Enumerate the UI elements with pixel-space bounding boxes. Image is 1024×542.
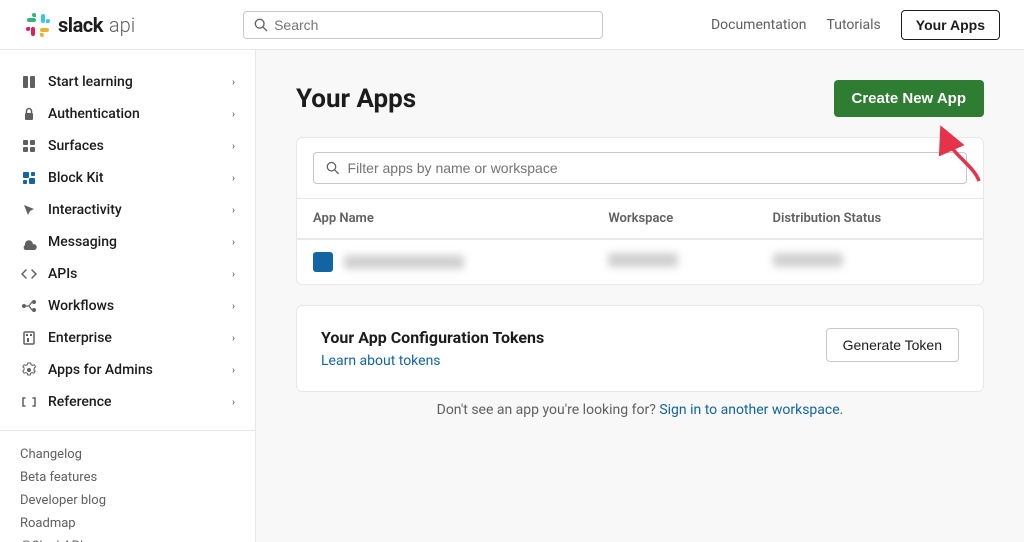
create-new-app-button[interactable]: Create New App	[834, 80, 984, 117]
documentation-link[interactable]: Documentation	[711, 17, 807, 33]
chevron-right-icon: ›	[232, 333, 235, 344]
beta-features-link[interactable]: Beta features	[20, 466, 235, 489]
filter-input-box[interactable]	[313, 152, 967, 184]
settings-icon	[20, 361, 38, 379]
code-icon	[20, 265, 38, 283]
sidebar-item-interactivity[interactable]: Interactivity ›	[0, 194, 255, 226]
topnav-right: Documentation Tutorials Your Apps	[711, 10, 1000, 40]
cloud-icon	[20, 233, 38, 251]
col-workspace: Workspace	[592, 199, 756, 239]
sidebar-item-workflows[interactable]: Workflows ›	[0, 290, 255, 322]
main-content: Your Apps Create New App	[256, 50, 1024, 542]
slackapi-link[interactable]: @SlackAPI	[20, 535, 235, 542]
sidebar-item-label: Surfaces	[48, 138, 104, 154]
token-title: Your App Configuration Tokens	[321, 328, 544, 347]
blocks-icon	[20, 169, 38, 187]
chevron-right-icon: ›	[232, 77, 235, 88]
sidebar-item-label: Apps for Admins	[48, 362, 153, 378]
chevron-right-icon: ›	[232, 269, 235, 280]
distribution-cell	[757, 239, 984, 284]
slack-logo-icon	[24, 11, 52, 39]
sidebar-footer: Changelog Beta features Developer blog R…	[0, 443, 255, 542]
search-area	[243, 11, 603, 39]
footer-text: Don't see an app you're looking for? Sig…	[296, 402, 984, 418]
chevron-right-icon: ›	[232, 397, 235, 408]
changelog-link[interactable]: Changelog	[20, 443, 235, 466]
sidebar-item-label: Workflows	[48, 298, 114, 314]
topnav: slack api Documentation Tutorials Your A…	[0, 0, 1024, 50]
col-distribution-status: Distribution Status	[757, 199, 984, 239]
chevron-right-icon: ›	[232, 109, 235, 120]
sidebar-item-reference[interactable]: Reference ›	[0, 386, 255, 418]
chevron-right-icon: ›	[232, 205, 235, 216]
app-name-cell	[297, 239, 592, 284]
apps-card: App Name Workspace Distribution Status	[296, 137, 984, 285]
col-app-name: App Name	[297, 199, 592, 239]
sign-in-link[interactable]: Sign in to another workspace.	[659, 402, 843, 418]
sidebar-item-apps-for-admins[interactable]: Apps for Admins ›	[0, 354, 255, 386]
tutorials-link[interactable]: Tutorials	[827, 17, 881, 33]
sidebar-item-apis[interactable]: APIs ›	[0, 258, 255, 290]
search-icon	[254, 18, 268, 32]
sidebar-divider	[0, 430, 255, 431]
sidebar-item-start-learning[interactable]: Start learning ›	[0, 66, 255, 98]
token-card: Your App Configuration Tokens Learn abou…	[296, 305, 984, 392]
page-title: Your Apps	[296, 84, 416, 114]
sidebar-item-enterprise[interactable]: Enterprise ›	[0, 322, 255, 354]
logo-area: slack api	[24, 11, 135, 39]
sidebar-item-block-kit[interactable]: Block Kit ›	[0, 162, 255, 194]
table-row[interactable]	[297, 239, 983, 284]
filter-apps-input[interactable]	[348, 160, 954, 176]
footer-static-text: Don't see an app you're looking for?	[437, 402, 656, 418]
workflow-icon	[20, 297, 38, 315]
developer-blog-link[interactable]: Developer blog	[20, 489, 235, 512]
logo-slack-text: slack	[58, 13, 103, 37]
learn-about-tokens-link[interactable]: Learn about tokens	[321, 353, 441, 369]
page-header: Your Apps Create New App	[296, 80, 984, 117]
cursor-icon	[20, 201, 38, 219]
your-apps-button[interactable]: Your Apps	[901, 10, 1000, 40]
search-input[interactable]	[274, 17, 592, 33]
chevron-right-icon: ›	[232, 141, 235, 152]
chevron-right-icon: ›	[232, 301, 235, 312]
logo-api-text: api	[109, 13, 135, 37]
sidebar-item-authentication[interactable]: Authentication ›	[0, 98, 255, 130]
token-card-left: Your App Configuration Tokens Learn abou…	[321, 328, 544, 369]
layout: Start learning › Authentication › Surfac…	[0, 50, 1024, 542]
chevron-right-icon: ›	[232, 173, 235, 184]
chevron-right-icon: ›	[232, 237, 235, 248]
app-icon	[313, 252, 333, 272]
search-box[interactable]	[243, 11, 603, 39]
sidebar-item-label: Enterprise	[48, 330, 112, 346]
workspace-cell	[592, 239, 756, 284]
distribution-blurred	[773, 253, 843, 267]
sidebar-item-label: Start learning	[48, 74, 133, 90]
sidebar-item-surfaces[interactable]: Surfaces ›	[0, 130, 255, 162]
grid-icon	[20, 137, 38, 155]
sidebar-item-messaging[interactable]: Messaging ›	[0, 226, 255, 258]
search-icon	[326, 161, 340, 175]
sidebar: Start learning › Authentication › Surfac…	[0, 50, 256, 542]
generate-token-button[interactable]: Generate Token	[826, 328, 959, 362]
book-icon	[20, 73, 38, 91]
lock-icon	[20, 105, 38, 123]
workspace-blurred	[608, 253, 678, 267]
sidebar-item-label: Messaging	[48, 234, 117, 250]
apps-table: App Name Workspace Distribution Status	[297, 199, 983, 284]
sidebar-item-label: Interactivity	[48, 202, 122, 218]
sidebar-item-label: Authentication	[48, 106, 140, 122]
roadmap-link[interactable]: Roadmap	[20, 512, 235, 535]
building-icon	[20, 329, 38, 347]
filter-bar	[297, 138, 983, 199]
sidebar-item-label: APIs	[48, 266, 77, 282]
app-name-blurred	[344, 255, 464, 269]
sidebar-item-label: Block Kit	[48, 170, 104, 186]
brackets-icon	[20, 393, 38, 411]
chevron-right-icon: ›	[232, 365, 235, 376]
create-btn-area: Create New App	[834, 80, 984, 117]
sidebar-item-label: Reference	[48, 394, 112, 410]
